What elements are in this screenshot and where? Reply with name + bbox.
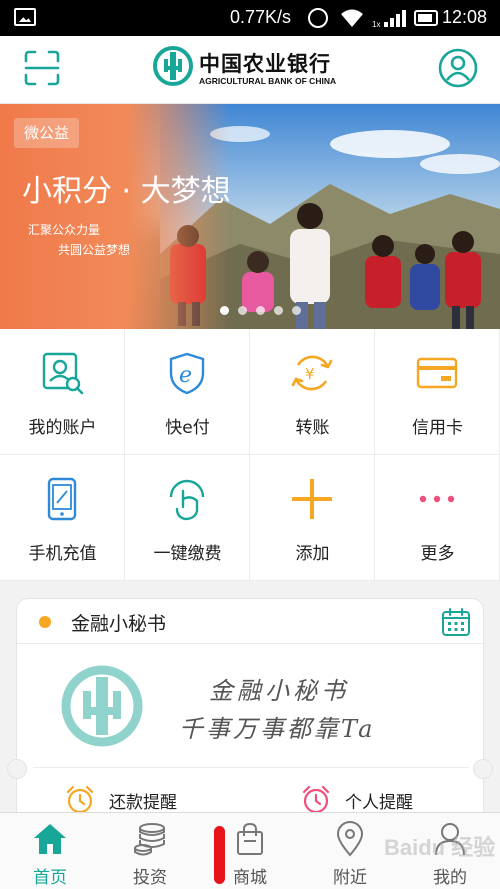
service-add[interactable]: 添加 [250,455,375,581]
more-dots-icon [419,495,455,503]
abc-logo-watermark [61,665,143,747]
signal-label: 1x [372,20,380,28]
service-label: 添加 [295,544,330,564]
service-label: 更多 [420,544,455,564]
nav-label: 首页 [33,868,67,888]
scan-icon[interactable] [24,50,60,86]
nav-label: 我的 [433,868,467,888]
banner-tag: 微公益 [14,118,80,148]
carousel-dot[interactable] [292,306,301,315]
service-label: 信用卡 [412,418,463,438]
ticket-notch [473,759,493,779]
home-icon [34,824,66,854]
gallery-notification-icon [14,8,36,26]
service-grid: 我的账户 e 快e付 ¥ 转账 信用卡 手机充值 一键缴费 添加 更多 [0,329,500,581]
carousel-dot[interactable] [220,306,229,315]
service-phone-recharge[interactable]: 手机充值 [0,455,125,581]
banner-subtitle-1: 汇聚公众力量 [28,223,101,237]
svg-text:e: e [179,363,192,388]
plus-icon [292,479,332,519]
carousel-dot[interactable] [256,306,265,315]
transfer-yuan-icon: ¥ [291,355,333,391]
nav-label: 投资 [133,868,167,888]
svg-text:¥: ¥ [305,365,315,383]
alarm-icon [308,8,328,28]
promo-banner[interactable]: 微公益 小积分 · 大梦想 汇聚公众力量 共圆公益梦想 [0,104,500,329]
service-transfer[interactable]: ¥ 转账 [250,329,375,455]
calendar-icon[interactable] [441,607,471,637]
alarm-clock-icon [66,785,94,814]
clock-time: 12:08 [442,7,488,27]
wifi-icon [341,9,363,27]
carousel-dot[interactable] [238,306,247,315]
coins-icon [134,823,165,856]
signal-icon: 1x [372,10,406,28]
network-speed: 0.77K/s [230,7,292,27]
red-highlight-mark [214,826,225,884]
service-label: 手机充值 [28,544,97,564]
banner-title: 小积分 · 大梦想 [22,174,231,209]
phone-recharge-icon [47,477,77,521]
service-label: 一键缴费 [153,544,222,564]
bank-name-cn: 中国农业银行 [199,51,331,76]
service-my-account[interactable]: 我的账户 [0,329,125,455]
bank-name-en: AGRICULTURAL BANK OF CHINA [199,76,337,86]
service-more[interactable]: 更多 [375,455,500,581]
location-pin-icon [336,821,364,857]
orange-dot-icon [39,616,51,628]
finance-secretary-card[interactable]: 金融小秘书 金融小秘书 千事万事都靠Ta 还款提醒 个人提醒 [7,598,493,828]
account-search-icon [42,352,84,395]
reminder-label: 个人提醒 [345,793,413,813]
abc-logo-mark [153,46,193,86]
divider [33,767,469,768]
banner-subtitle-2: 共圆公益梦想 [58,243,131,257]
battery-icon [414,10,438,26]
service-label: 我的账户 [28,418,97,438]
nav-invest[interactable]: 投资 [100,813,200,889]
carousel-dot[interactable] [274,306,283,315]
service-one-click-pay[interactable]: 一键缴费 [125,455,250,581]
card-title: 金融小秘书 [71,613,167,635]
service-credit-card[interactable]: 信用卡 [375,329,500,455]
reminder-label: 还款提醒 [109,793,177,813]
tap-pay-icon [169,479,205,521]
divider [17,643,485,644]
baidu-watermark: Baidu 经验 [384,835,496,860]
service-quick-e-pay[interactable]: e 快e付 [125,329,250,455]
user-profile-icon[interactable] [438,48,478,88]
shopping-bag-icon [237,822,263,855]
alarm-clock-icon [302,785,330,814]
service-label: 转账 [295,418,330,438]
nav-label: 附近 [333,868,367,888]
status-bar: 0.77K/s 1x 12:08 [0,0,500,36]
slogan-line-2: 千事万事都靠Ta [179,715,376,743]
nav-home[interactable]: 首页 [0,813,100,889]
app-header: 中国农业银行 AGRICULTURAL BANK OF CHINA [0,36,500,104]
slogan-line-1: 金融小秘书 [209,677,349,705]
ticket-notch [7,759,27,779]
credit-card-icon [416,357,458,389]
service-label: 快e付 [165,418,210,438]
e-pay-shield-icon: e [169,352,205,395]
